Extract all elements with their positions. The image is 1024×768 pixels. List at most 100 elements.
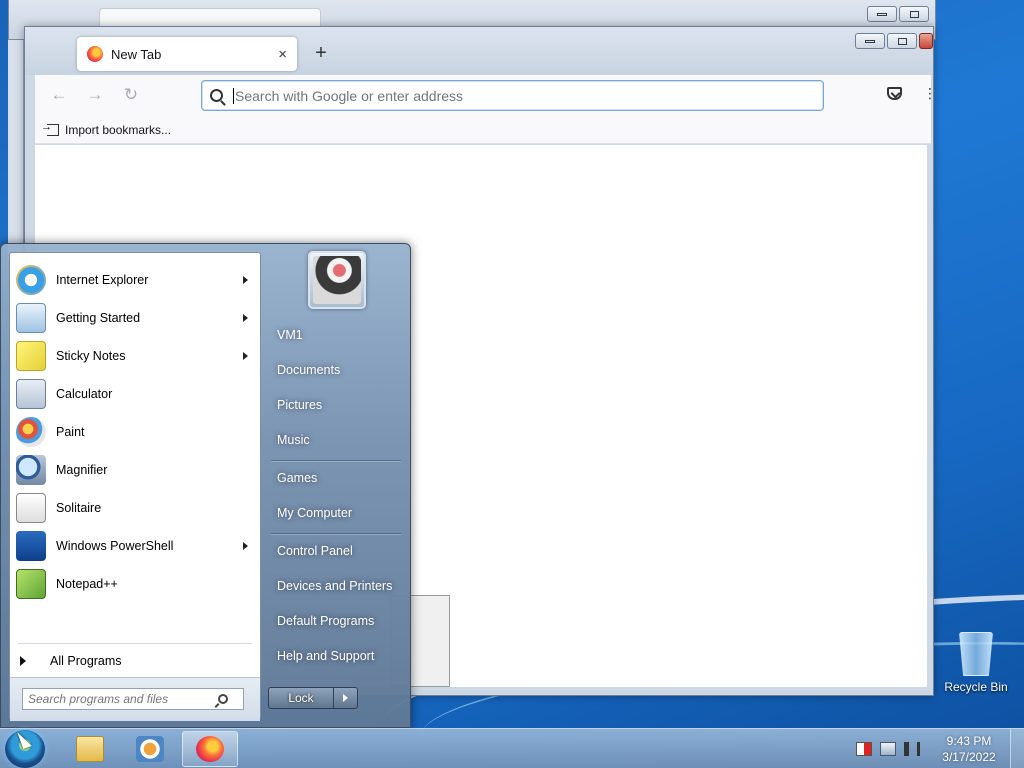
- start-link-help-and-support[interactable]: Help and Support: [269, 641, 403, 671]
- program-paint[interactable]: Paint: [12, 414, 258, 450]
- pocket-icon[interactable]: [887, 87, 902, 100]
- start-search-box[interactable]: [22, 688, 244, 710]
- all-programs-label: All Programs: [50, 654, 122, 668]
- chevron-right-icon: [343, 694, 348, 702]
- lock-button[interactable]: Lock: [268, 687, 334, 709]
- program-sticky-notes[interactable]: Sticky Notes: [12, 338, 258, 374]
- start-search-input[interactable]: [28, 692, 218, 706]
- show-desktop-button[interactable]: [1010, 729, 1024, 768]
- taskbar: 9:43 PM 3/17/2022: [0, 728, 1024, 768]
- media-player-icon: [136, 736, 164, 762]
- start-link-default-programs[interactable]: Default Programs: [269, 606, 403, 636]
- program-label: Getting Started: [56, 311, 141, 325]
- sticky-notes-icon: [16, 341, 46, 371]
- solitaire-icon: [16, 493, 46, 523]
- search-icon: [210, 89, 223, 102]
- all-programs-button[interactable]: All Programs: [20, 649, 122, 673]
- background-window-controls: [867, 6, 929, 22]
- firefox-icon: [87, 46, 103, 62]
- new-tab-button[interactable]: +: [309, 41, 333, 65]
- tab-new-tab[interactable]: New Tab ×: [77, 37, 297, 71]
- reload-icon[interactable]: ↻: [119, 85, 143, 105]
- clock[interactable]: 9:43 PM 3/17/2022: [936, 733, 1002, 765]
- program-label: Sticky Notes: [56, 349, 126, 363]
- search-icon[interactable]: [218, 694, 228, 704]
- tab-close-icon[interactable]: ×: [278, 46, 287, 63]
- system-tray: 9:43 PM 3/17/2022: [852, 729, 1024, 768]
- bookmarks-toolbar: Import bookmarks...: [35, 117, 931, 144]
- shutdown-options-button[interactable]: [334, 687, 358, 709]
- recycle-bin-label: Recycle Bin: [944, 680, 1008, 694]
- start-link-my-computer[interactable]: My Computer: [269, 498, 403, 528]
- firefox-icon: [196, 736, 224, 762]
- address-input[interactable]: [233, 87, 793, 104]
- action-center-flag-icon[interactable]: [856, 742, 872, 756]
- program-label: Windows PowerShell: [56, 539, 174, 553]
- start-link-music[interactable]: Music: [269, 425, 403, 455]
- start-search-area: [10, 677, 260, 721]
- getting-started-icon: [16, 303, 46, 333]
- program-label: Calculator: [56, 387, 113, 401]
- maximize-button[interactable]: [887, 33, 917, 49]
- recycle-bin[interactable]: Recycle Bin: [940, 632, 1012, 694]
- maximize-icon: [909, 10, 919, 18]
- paint-icon: [16, 417, 46, 447]
- import-bookmarks-link[interactable]: Import bookmarks...: [65, 123, 171, 137]
- window-titlebar[interactable]: New Tab × +: [25, 27, 933, 75]
- taskbar-media-player-button[interactable]: [122, 731, 178, 767]
- volume-icon[interactable]: [904, 742, 920, 756]
- minimize-icon: [865, 39, 875, 43]
- taskbar-firefox-button[interactable]: [182, 731, 238, 767]
- divider: [271, 533, 401, 535]
- folder-icon: [76, 736, 104, 762]
- start-link-documents[interactable]: Documents: [269, 355, 403, 385]
- user-avatar[interactable]: [308, 251, 366, 309]
- divider: [18, 643, 252, 644]
- clock-date: 3/17/2022: [942, 750, 996, 764]
- program-getting-started[interactable]: Getting Started: [12, 300, 258, 336]
- program-label: Solitaire: [56, 501, 102, 515]
- start-link-user[interactable]: VM1: [269, 320, 403, 350]
- start-link-control-panel[interactable]: Control Panel: [269, 536, 403, 566]
- window-controls: [855, 33, 933, 49]
- program-solitaire[interactable]: Solitaire: [12, 490, 258, 526]
- back-arrow-icon[interactable]: ←: [47, 85, 71, 105]
- close-button[interactable]: [919, 33, 933, 49]
- taskbar-explorer-button[interactable]: [62, 731, 118, 767]
- navigation-toolbar: ← → ↻ ⋮: [35, 75, 937, 117]
- address-bar[interactable]: [201, 80, 824, 111]
- start-menu: Internet Explorer Getting Started Sticky…: [0, 243, 411, 728]
- program-label: Internet Explorer: [56, 273, 149, 287]
- overflow-menu-icon[interactable]: ⋮: [923, 85, 937, 102]
- program-notepad-plus-plus[interactable]: Notepad++: [12, 566, 258, 602]
- start-link-pictures[interactable]: Pictures: [269, 390, 403, 420]
- program-magnifier[interactable]: Magnifier: [12, 452, 258, 488]
- start-link-games[interactable]: Games: [269, 463, 403, 493]
- powershell-icon: [16, 531, 46, 561]
- submenu-arrow-icon[interactable]: [243, 314, 248, 322]
- clock-time: 9:43 PM: [946, 734, 992, 748]
- divider: [271, 460, 401, 462]
- program-calculator[interactable]: Calculator: [12, 376, 258, 412]
- program-internet-explorer[interactable]: Internet Explorer: [12, 262, 258, 298]
- program-label: Notepad++: [56, 577, 118, 591]
- program-windows-powershell[interactable]: Windows PowerShell: [12, 528, 258, 564]
- calculator-icon: [16, 379, 46, 409]
- background-minimize-button[interactable]: [867, 6, 897, 22]
- all-programs-arrow-icon: [20, 656, 26, 666]
- import-icon: [41, 121, 59, 136]
- magnifier-icon: [16, 455, 46, 485]
- minimize-icon: [877, 12, 887, 16]
- submenu-arrow-icon[interactable]: [243, 352, 248, 360]
- minimize-button[interactable]: [855, 33, 885, 49]
- forward-arrow-icon[interactable]: →: [83, 85, 107, 105]
- submenu-arrow-icon[interactable]: [243, 542, 248, 550]
- avatar-image: [313, 256, 361, 304]
- background-maximize-button[interactable]: [899, 6, 929, 22]
- start-menu-programs-pane: Internet Explorer Getting Started Sticky…: [9, 252, 261, 721]
- network-icon[interactable]: [880, 742, 896, 756]
- start-link-devices-and-printers[interactable]: Devices and Printers: [269, 571, 403, 601]
- program-label: Paint: [56, 425, 85, 439]
- recycle-bin-icon: [959, 632, 993, 676]
- submenu-arrow-icon[interactable]: [243, 276, 248, 284]
